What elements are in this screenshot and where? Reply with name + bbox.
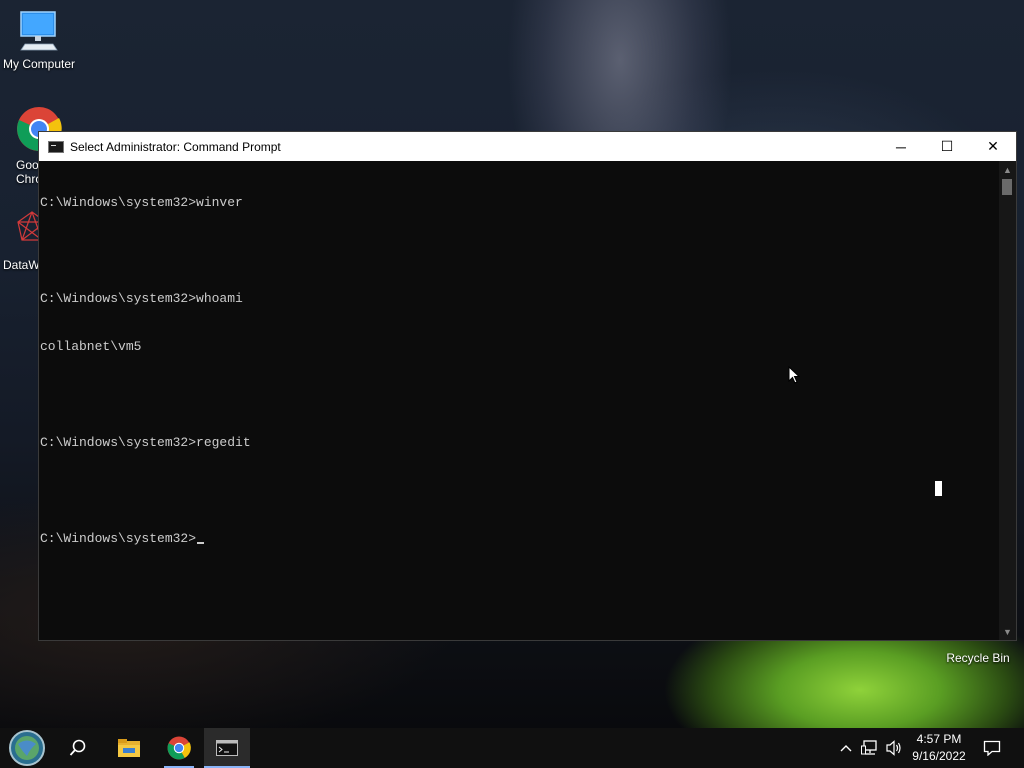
desktop-icon-label: Recycle Bin bbox=[946, 651, 1010, 665]
clock[interactable]: 4:57 PM 9/16/2022 bbox=[906, 728, 972, 768]
network-status[interactable] bbox=[858, 728, 882, 768]
speaker-icon bbox=[886, 740, 901, 756]
start-orb-icon bbox=[9, 730, 45, 766]
console-line: C:\Windows\system32>winver bbox=[40, 195, 243, 210]
volume-control[interactable] bbox=[882, 728, 906, 768]
action-center-button[interactable] bbox=[978, 728, 1006, 768]
maximize-button[interactable]: ☐ bbox=[924, 132, 970, 161]
computer-icon bbox=[20, 11, 58, 51]
scroll-up-arrow-icon[interactable]: ▲ bbox=[999, 161, 1016, 178]
clock-date: 9/16/2022 bbox=[912, 749, 966, 763]
window-titlebar[interactable]: Select Administrator: Command Prompt ─ ☐… bbox=[39, 132, 1016, 161]
console-prompt: C:\Windows\system32> bbox=[40, 531, 197, 546]
show-hidden-icons-button[interactable] bbox=[836, 728, 856, 768]
start-button[interactable] bbox=[0, 728, 54, 768]
desktop-icon-label: My Computer bbox=[2, 57, 76, 71]
taskbar-chrome[interactable] bbox=[156, 728, 202, 768]
taskbar: 4:57 PM 9/16/2022 bbox=[0, 728, 1024, 768]
text-cursor bbox=[197, 542, 205, 544]
chrome-icon bbox=[167, 736, 191, 760]
cmd-app-icon bbox=[48, 140, 64, 153]
cmd-icon bbox=[216, 740, 238, 756]
search-icon bbox=[69, 739, 86, 756]
desktop-icon-my-computer[interactable]: My Computer bbox=[0, 8, 78, 71]
scrollbar-thumb[interactable] bbox=[1002, 179, 1012, 195]
taskbar-file-explorer[interactable] bbox=[106, 728, 152, 768]
caret-block-icon bbox=[935, 481, 942, 496]
minimize-button[interactable]: ─ bbox=[878, 132, 924, 161]
vertical-scrollbar[interactable]: ▲ ▼ bbox=[999, 161, 1016, 640]
close-button[interactable]: ✕ bbox=[970, 132, 1016, 161]
chevron-up-icon bbox=[840, 745, 852, 752]
folder-icon bbox=[118, 739, 140, 757]
console-output[interactable]: C:\Windows\system32>winver C:\Windows\sy… bbox=[39, 161, 999, 640]
mouse-pointer-icon bbox=[788, 366, 800, 384]
console-line: C:\Windows\system32>regedit bbox=[40, 435, 251, 450]
desktop-icon-recycle-bin[interactable]: Recycle Bin bbox=[940, 640, 1016, 665]
window-title: Select Administrator: Command Prompt bbox=[70, 139, 281, 154]
console-line: C:\Windows\system32>whoami bbox=[40, 291, 243, 306]
scroll-down-arrow-icon[interactable]: ▼ bbox=[999, 623, 1016, 640]
command-prompt-window[interactable]: Select Administrator: Command Prompt ─ ☐… bbox=[38, 131, 1017, 641]
clock-time: 4:57 PM bbox=[916, 732, 962, 746]
console-line: collabnet\vm5 bbox=[40, 339, 142, 354]
network-icon bbox=[861, 740, 877, 755]
taskbar-command-prompt[interactable] bbox=[204, 728, 250, 768]
desktop-icon-label: DataW bbox=[3, 258, 40, 272]
notification-icon bbox=[983, 740, 1001, 756]
search-button[interactable] bbox=[56, 728, 100, 768]
console-prompt-line[interactable]: C:\Windows\system32> bbox=[40, 531, 999, 547]
